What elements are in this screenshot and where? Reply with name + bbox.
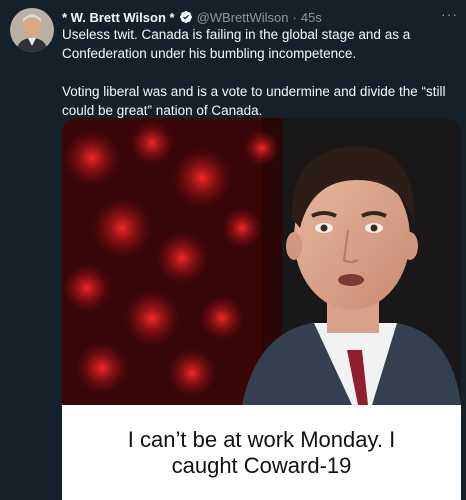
user-handle[interactable]: @WBrettWilson — [197, 10, 289, 25]
display-name[interactable]: * W. Brett Wilson * — [62, 10, 175, 25]
timestamp[interactable]: 45s — [301, 10, 322, 25]
meme-photo — [62, 118, 461, 405]
meme-caption-text: I can’t be at work Monday. I caught Cowa… — [127, 426, 396, 478]
tweet-paragraph-1: Useless twit. Canada is failing in the g… — [62, 27, 411, 61]
tweet-media[interactable]: I can’t be at work Monday. I caught Cowa… — [62, 118, 461, 500]
meme-caption: I can’t be at work Monday. I caught Cowa… — [62, 405, 461, 500]
tweet-paragraph-2: Voting liberal was and is a vote to unde… — [62, 84, 446, 118]
separator-dot: · — [292, 9, 297, 25]
more-horizontal-icon[interactable]: ··· — [441, 6, 458, 22]
tweet-header: * W. Brett Wilson * @WBrettWilson · 45s — [62, 8, 458, 26]
verified-badge-icon — [179, 10, 193, 24]
avatar[interactable] — [10, 8, 54, 52]
tweet-text: Useless twit. Canada is failing in the g… — [62, 25, 450, 120]
